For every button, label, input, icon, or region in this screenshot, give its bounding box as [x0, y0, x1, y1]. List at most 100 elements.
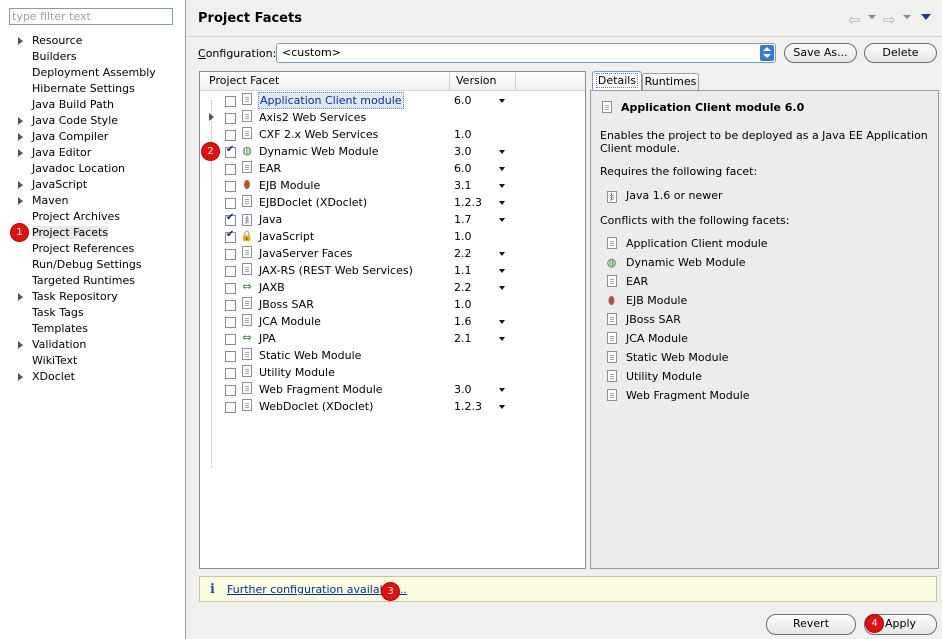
version-dropdown-icon[interactable]: [499, 320, 505, 324]
facet-row[interactable]: JavaServer Faces 2.2: [200, 245, 585, 262]
forward-dropdown-icon[interactable]: [903, 15, 911, 19]
expand-arrow-icon[interactable]: [18, 341, 23, 349]
nav-item[interactable]: Java Code Style: [0, 113, 185, 129]
nav-item[interactable]: Deployment Assembly: [0, 65, 185, 81]
facet-version[interactable]: 2.1: [454, 330, 472, 347]
facet-checkbox[interactable]: [225, 334, 236, 345]
expand-arrow-icon[interactable]: [209, 113, 214, 121]
facet-checkbox[interactable]: [225, 130, 236, 141]
facet-checkbox[interactable]: [225, 283, 236, 294]
facet-row[interactable]: ◍ Dynamic Web Module 3.0: [200, 143, 585, 160]
nav-item[interactable]: Targeted Runtimes: [0, 273, 185, 289]
facet-row[interactable]: 🔒 JavaScript 1.0: [200, 228, 585, 245]
facet-version[interactable]: 3.0: [454, 381, 472, 398]
facet-checkbox[interactable]: [225, 249, 236, 260]
facet-checkbox[interactable]: [225, 351, 236, 362]
facet-checkbox[interactable]: [225, 368, 236, 379]
version-dropdown-icon[interactable]: [499, 252, 505, 256]
version-dropdown-icon[interactable]: [499, 405, 505, 409]
nav-item[interactable]: Resource: [0, 33, 185, 49]
save-as-button[interactable]: Save As...: [784, 43, 857, 63]
facet-version[interactable]: 3.1: [454, 177, 472, 194]
version-dropdown-icon[interactable]: [499, 150, 505, 154]
facet-row[interactable]: JBoss SAR 1.0: [200, 296, 585, 313]
expand-arrow-icon[interactable]: [18, 37, 23, 45]
version-dropdown-icon[interactable]: [499, 201, 505, 205]
facet-checkbox[interactable]: [225, 198, 236, 209]
facet-row[interactable]: ⬮ EJB Module 3.1: [200, 177, 585, 194]
facet-row[interactable]: CXF 2.x Web Services 1.0: [200, 126, 585, 143]
facet-checkbox[interactable]: [225, 385, 236, 396]
expand-arrow-icon[interactable]: [18, 149, 23, 157]
nav-item[interactable]: Templates: [0, 321, 185, 337]
facet-row[interactable]: ⇔ JAXB 2.2: [200, 279, 585, 296]
facet-checkbox[interactable]: [225, 229, 236, 243]
filter-input[interactable]: [9, 8, 173, 25]
nav-item[interactable]: Validation: [0, 337, 185, 353]
facet-checkbox[interactable]: [225, 317, 236, 328]
version-dropdown-icon[interactable]: [499, 337, 505, 341]
facet-version[interactable]: 1.0: [454, 296, 472, 313]
configuration-select[interactable]: <custom>: [276, 43, 776, 63]
facet-checkbox[interactable]: [225, 113, 236, 124]
facet-version[interactable]: 6.0: [454, 92, 472, 109]
view-menu-icon[interactable]: [921, 14, 931, 20]
nav-item[interactable]: Maven: [0, 193, 185, 209]
expand-arrow-icon[interactable]: [18, 133, 23, 141]
nav-item[interactable]: Project Archives: [0, 209, 185, 225]
facet-checkbox[interactable]: [225, 402, 236, 413]
nav-item[interactable]: Javadoc Location: [0, 161, 185, 177]
version-dropdown-icon[interactable]: [499, 269, 505, 273]
facet-version[interactable]: 1.7: [454, 211, 472, 228]
tab-details[interactable]: Details: [592, 71, 642, 90]
facet-checkbox[interactable]: [225, 266, 236, 277]
expand-arrow-icon[interactable]: [18, 293, 23, 301]
back-dropdown-icon[interactable]: [868, 15, 876, 19]
facet-row[interactable]: J Java 1.7: [200, 211, 585, 228]
nav-item[interactable]: Java Compiler: [0, 129, 185, 145]
expand-arrow-icon[interactable]: [18, 373, 23, 381]
facet-checkbox[interactable]: [225, 212, 236, 226]
nav-item[interactable]: Java Build Path: [0, 97, 185, 113]
nav-item[interactable]: Project References: [0, 241, 185, 257]
facet-version[interactable]: 1.2.3: [454, 194, 482, 211]
facet-version[interactable]: 6.0: [454, 160, 472, 177]
facet-row[interactable]: Static Web Module: [200, 347, 585, 364]
facet-row[interactable]: ⇔ JPA 2.1: [200, 330, 585, 347]
facet-version[interactable]: 1.1: [454, 262, 472, 279]
delete-button[interactable]: Delete: [864, 43, 937, 63]
col-header-facet[interactable]: Project Facet: [203, 72, 450, 90]
facet-checkbox[interactable]: [225, 164, 236, 175]
facet-version[interactable]: 2.2: [454, 279, 472, 296]
facet-row[interactable]: EAR 6.0: [200, 160, 585, 177]
nav-item[interactable]: Java Editor: [0, 145, 185, 161]
facet-row[interactable]: EJBDoclet (XDoclet) 1.2.3: [200, 194, 585, 211]
spinner-icon[interactable]: [760, 45, 774, 61]
col-header-version[interactable]: Version: [450, 72, 516, 90]
facet-version[interactable]: 3.0: [454, 143, 472, 160]
facet-version[interactable]: 1.6: [454, 313, 472, 330]
version-dropdown-icon[interactable]: [499, 388, 505, 392]
facet-version[interactable]: 1.2.3: [454, 398, 482, 415]
version-dropdown-icon[interactable]: [499, 184, 505, 188]
version-dropdown-icon[interactable]: [499, 99, 505, 103]
forward-arrow-icon[interactable]: ⇨: [883, 11, 896, 29]
nav-item[interactable]: JavaScript: [0, 177, 185, 193]
nav-item[interactable]: XDoclet: [0, 369, 185, 385]
expand-arrow-icon[interactable]: [18, 197, 23, 205]
facet-checkbox[interactable]: [225, 181, 236, 192]
nav-item[interactable]: Hibernate Settings: [0, 81, 185, 97]
version-dropdown-icon[interactable]: [499, 286, 505, 290]
nav-item[interactable]: Builders: [0, 49, 185, 65]
version-dropdown-icon[interactable]: [499, 167, 505, 171]
facet-row[interactable]: Application Client module 6.0: [200, 92, 585, 109]
facet-version[interactable]: 1.0: [454, 228, 472, 245]
facet-row[interactable]: Utility Module: [200, 364, 585, 381]
version-dropdown-icon[interactable]: [499, 218, 505, 222]
facet-row[interactable]: JAX-RS (REST Web Services) 1.1: [200, 262, 585, 279]
revert-button[interactable]: Revert: [766, 614, 856, 635]
back-arrow-icon[interactable]: ⇦: [848, 11, 861, 29]
further-configuration-link[interactable]: Further configuration available...: [227, 583, 407, 596]
facet-version[interactable]: 2.2: [454, 245, 472, 262]
facet-row[interactable]: Axis2 Web Services: [200, 109, 585, 126]
